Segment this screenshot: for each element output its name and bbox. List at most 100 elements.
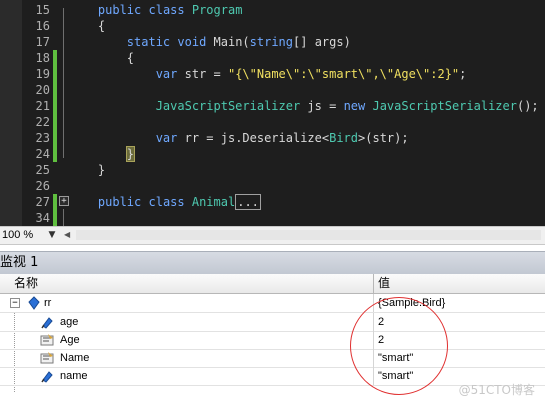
watch-name: Age [60, 334, 80, 346]
watch-window: 监视 1 名称 值 − rr {Sample.Bird} age 2 Age 2 [0, 245, 545, 401]
code-token: >(str); [358, 131, 409, 145]
code-token: } [125, 146, 136, 162]
line-number: 27 [35, 195, 50, 209]
line-number: 26 [35, 179, 50, 193]
code-token: Animal [191, 195, 236, 209]
watermark: @51CTO博客 [458, 383, 535, 397]
zoom-dropdown-icon[interactable]: ▼ [46, 229, 58, 241]
line-number: 15 [35, 3, 50, 17]
watch-title-bar[interactable]: 监视 1 [0, 251, 545, 274]
change-indicator [53, 194, 57, 210]
code-text: var rr = js.Deserialize<Bird>(str); [69, 130, 409, 146]
code-line[interactable]: 34 [0, 210, 545, 226]
horizontal-scrollbar[interactable] [76, 230, 541, 240]
line-number: 16 [35, 19, 50, 33]
code-token: var [155, 131, 178, 145]
code-line[interactable]: 25 } [0, 162, 545, 178]
code-token: Bird [329, 131, 359, 145]
code-line[interactable]: 23 var rr = js.Deserialize<Bird>(str); [0, 130, 545, 146]
code-token: Program [191, 3, 243, 17]
code-editor[interactable]: + 15 public class Program 16 {17 static v… [0, 0, 545, 226]
code-token: js = [300, 99, 344, 113]
code-token: public [97, 3, 142, 17]
code-line[interactable]: 17 static void Main(string[] args) [0, 34, 545, 50]
watch-name: Name [60, 352, 90, 364]
watch-name: rr [44, 297, 52, 309]
watch-name: age [60, 316, 79, 328]
zoom-level[interactable]: 100 % [2, 228, 33, 242]
change-indicator [53, 146, 57, 162]
code-text: public class Animal... [69, 194, 261, 210]
name-column-header[interactable]: 名称 [14, 276, 38, 291]
code-line[interactable]: 26 [0, 178, 545, 194]
line-number: 18 [35, 51, 50, 65]
change-indicator [53, 50, 57, 66]
code-line[interactable]: 22 [0, 114, 545, 130]
editor-status-bar: 100 % ▼ ◀ [0, 226, 545, 245]
code-text: { [69, 18, 105, 34]
property-icon [40, 334, 54, 346]
watch-row-rr[interactable]: − rr {Sample.Bird} [0, 294, 545, 313]
line-number: 24 [35, 147, 50, 161]
code-line[interactable]: 21 JavaScriptSerializer js = new JavaScr… [0, 98, 545, 114]
change-indicator [53, 114, 57, 130]
code-token: var [155, 67, 178, 81]
code-line[interactable]: 27 public class Animal... [0, 194, 545, 210]
code-token: [] args) [293, 35, 351, 49]
code-token: (); [516, 99, 539, 113]
code-line[interactable]: 20 [0, 82, 545, 98]
line-number: 22 [35, 115, 50, 129]
change-indicator [53, 98, 57, 114]
code-line[interactable]: 24 } [0, 146, 545, 162]
code-token: JavaScriptSerializer [372, 99, 517, 113]
code-text: public class Program [69, 2, 243, 18]
code-token: } [69, 163, 106, 177]
field-icon [41, 371, 53, 383]
code-token: public [97, 195, 142, 209]
column-header: 名称 值 [0, 274, 545, 294]
annotation-circle [350, 297, 448, 395]
code-text: } [69, 162, 105, 178]
change-indicator [53, 82, 57, 98]
code-line[interactable]: 19 var str = "{\"Name\":\"smart\",\"Age\… [0, 66, 545, 82]
watch-row-age-property[interactable]: Age 2 [0, 331, 545, 350]
line-number: 23 [35, 131, 50, 145]
field-icon [41, 317, 53, 329]
change-indicator [53, 66, 57, 82]
line-number: 17 [35, 35, 50, 49]
code-text: { [69, 50, 134, 66]
code-line[interactable]: 18 { [0, 50, 545, 66]
code-token: static [126, 35, 171, 49]
watch-row-name-property[interactable]: Name "smart" [0, 349, 545, 368]
change-indicator [53, 130, 57, 146]
code-token: class [148, 3, 185, 17]
code-token: str = [177, 67, 228, 81]
code-token: void [177, 35, 207, 49]
code-token: class [148, 195, 185, 209]
value-column-header[interactable]: 值 [378, 276, 390, 291]
watch-row-age-field[interactable]: age 2 [0, 313, 545, 332]
change-indicator [53, 210, 57, 226]
code-token: { [69, 51, 135, 65]
scroll-left-icon[interactable]: ◀ [64, 229, 74, 241]
code-token: JavaScriptSerializer [155, 99, 301, 113]
code-line[interactable]: 16 { [0, 18, 545, 34]
collapse-icon[interactable]: − [10, 298, 20, 308]
code-token: { [69, 19, 106, 33]
column-divider[interactable] [373, 274, 374, 293]
code-text: JavaScriptSerializer js = new JavaScript… [69, 98, 539, 114]
watch-name: name [60, 370, 88, 382]
code-line[interactable]: 15 public class Program [0, 2, 545, 18]
code-token: new [343, 99, 366, 113]
collapsed-region[interactable]: ... [235, 194, 261, 210]
code-text: } [69, 146, 136, 162]
line-number: 20 [35, 83, 50, 97]
